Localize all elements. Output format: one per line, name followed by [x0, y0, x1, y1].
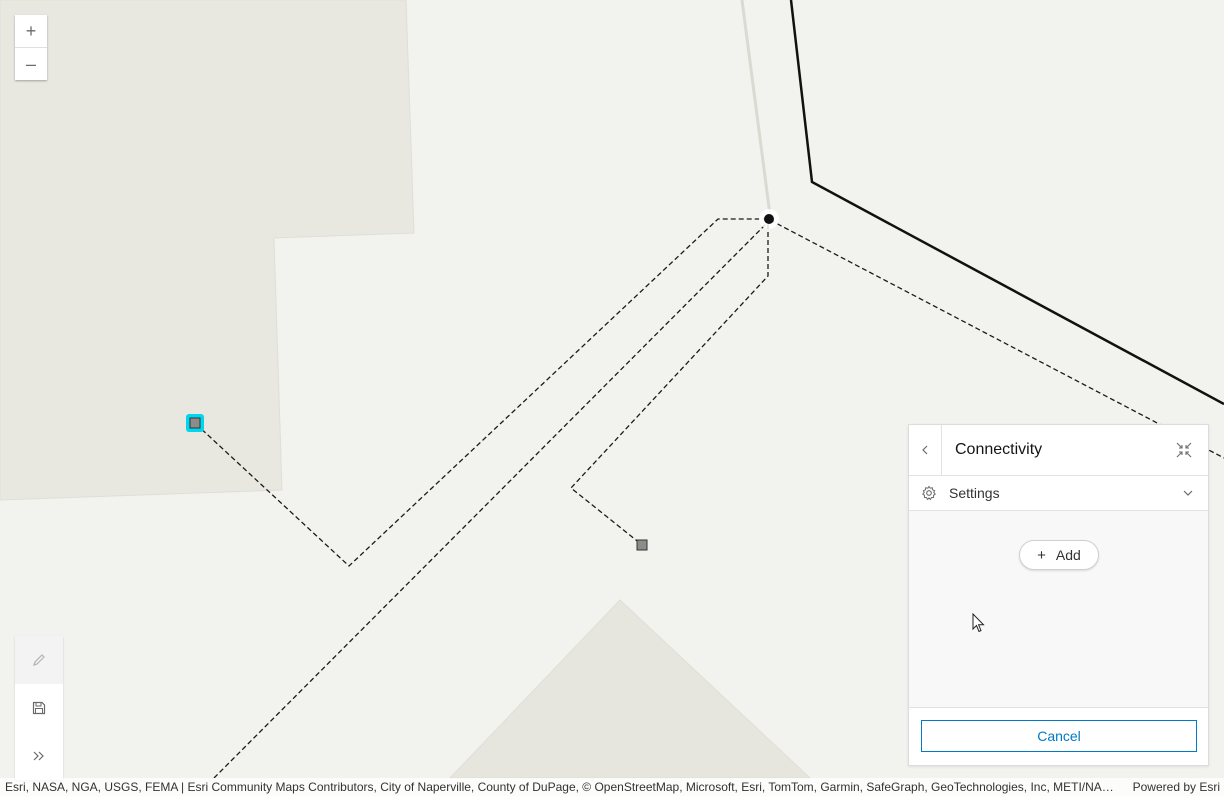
panel-footer: Cancel — [909, 707, 1208, 765]
expand-tool-button[interactable] — [15, 732, 63, 780]
add-button[interactable]: + Add — [1019, 540, 1099, 570]
gear-icon — [922, 485, 936, 501]
attribution-text[interactable]: Esri, NASA, NGA, USGS, FEMA | Esri Commu… — [0, 780, 1121, 794]
save-tool-button[interactable] — [15, 684, 63, 732]
panel-header: Connectivity — [909, 425, 1208, 476]
add-label: Add — [1055, 547, 1081, 563]
save-icon — [32, 701, 46, 715]
collapse-button[interactable] — [1160, 425, 1208, 475]
settings-label: Settings — [949, 485, 1000, 501]
chevron-down-icon — [1183, 490, 1193, 496]
powered-by-link[interactable]: Powered by Esri — [1121, 780, 1224, 794]
connectivity-panel: Connectivity Settings + Add Cancel — [908, 424, 1209, 766]
pencil-icon — [33, 654, 45, 666]
device-square[interactable] — [636, 539, 648, 551]
chevron-left-icon — [922, 445, 928, 455]
plus-icon: + — [1037, 546, 1046, 564]
selected-device[interactable] — [189, 417, 201, 429]
map-attribution: Esri, NASA, NGA, USGS, FEMA | Esri Commu… — [0, 778, 1224, 796]
zoom-in-button[interactable]: + — [15, 15, 47, 47]
zoom-out-button[interactable]: – — [15, 47, 47, 80]
back-button[interactable] — [909, 425, 942, 475]
chevrons-right-icon — [33, 751, 44, 761]
junction-node[interactable] — [764, 214, 774, 224]
panel-title: Connectivity — [955, 441, 1043, 458]
zoom-control: + – — [15, 15, 47, 80]
edit-toolbar — [15, 636, 63, 780]
shrink-icon — [1176, 442, 1192, 458]
cancel-button[interactable]: Cancel — [921, 720, 1197, 752]
settings-section[interactable]: Settings — [909, 476, 1208, 511]
edit-tool-button[interactable] — [15, 636, 63, 684]
mouse-cursor-icon — [972, 613, 985, 633]
